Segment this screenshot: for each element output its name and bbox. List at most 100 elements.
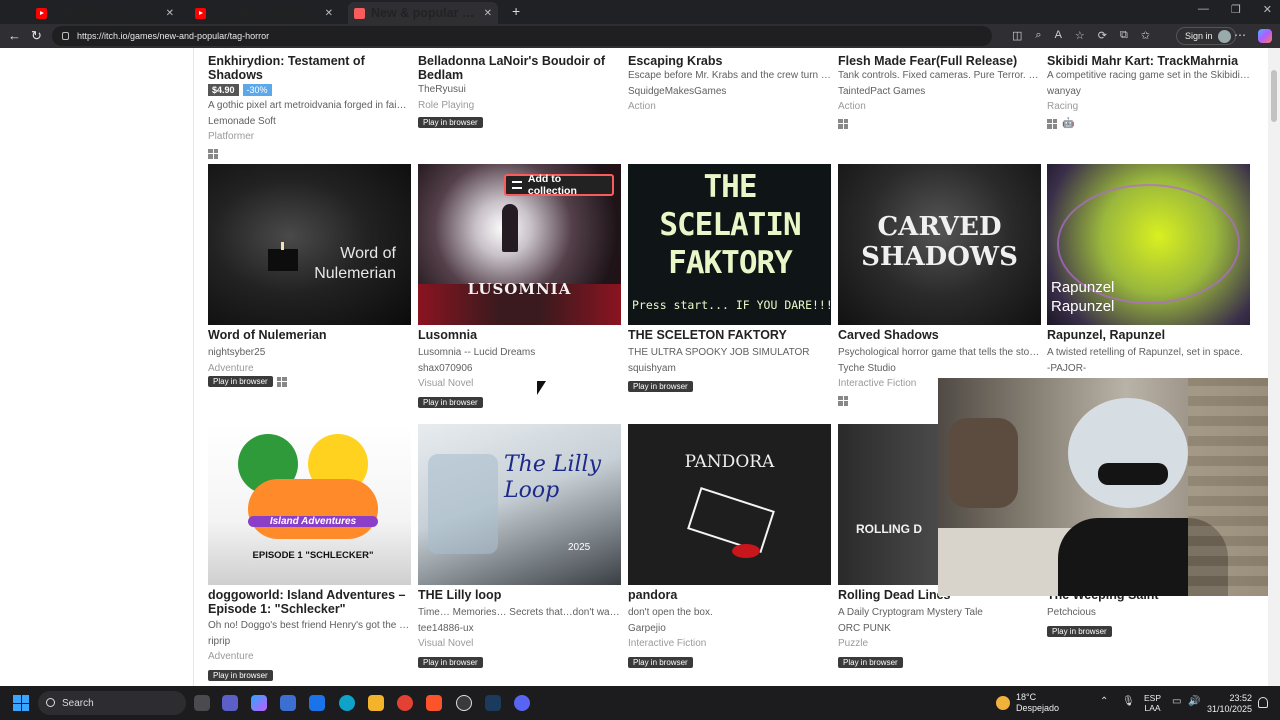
close-icon[interactable]: ✕ bbox=[484, 8, 492, 19]
store-icon[interactable] bbox=[280, 695, 296, 711]
game-author[interactable]: ORC PUNK bbox=[838, 621, 1041, 637]
game-cell[interactable]: pandora don't open the box. Garpejio Int… bbox=[628, 588, 831, 670]
windows-start-icon[interactable] bbox=[13, 695, 29, 711]
tab-youtube-1[interactable]: Cuestión De Piel - YouTube ✕ bbox=[30, 2, 180, 24]
game-title[interactable]: Carved Shadows bbox=[838, 328, 1041, 342]
game-title[interactable]: Belladonna LaNoir's Boudoir of Bedlam bbox=[418, 54, 621, 82]
game-cell[interactable]: Escaping Krabs Escape before Mr. Krabs a… bbox=[628, 54, 831, 115]
read-aloud-icon[interactable]: A bbox=[1055, 29, 1062, 42]
back-icon[interactable]: ← bbox=[8, 28, 21, 43]
scrollbar-thumb[interactable] bbox=[1271, 70, 1277, 122]
tab-itch-active[interactable]: New & popular games tagged Horror ✕ bbox=[348, 2, 498, 24]
game-cell[interactable]: Rolling Dead Lines A Daily Cryptogram My… bbox=[838, 588, 1041, 670]
game-cell[interactable]: THE SCELETON FAKTORY THE ULTRA SPOOKY JO… bbox=[628, 328, 831, 394]
game-author[interactable]: Lemonade Soft bbox=[208, 114, 411, 130]
game-author[interactable]: riprip bbox=[208, 634, 411, 650]
game-cell[interactable]: Rapunzel, Rapunzel A twisted retelling o… bbox=[1047, 328, 1250, 376]
outlook-icon[interactable] bbox=[309, 695, 325, 711]
game-cell[interactable]: Word of Nulemerian nightsyber25 Adventur… bbox=[208, 328, 411, 387]
itch-icon bbox=[354, 7, 365, 19]
edge-icon[interactable] bbox=[339, 695, 355, 711]
game-title[interactable]: Word of Nulemerian bbox=[208, 328, 411, 342]
game-title[interactable]: THE SCELETON FAKTORY bbox=[628, 328, 831, 342]
game-author[interactable]: wanyay bbox=[1047, 84, 1250, 100]
game-cell[interactable]: Skibidi Mahr Kart: TrackMahrnia A compet… bbox=[1047, 54, 1250, 131]
minimize-icon[interactable]: — bbox=[1198, 3, 1209, 16]
game-author[interactable]: Petchcious bbox=[1047, 605, 1250, 621]
game-thumbnail[interactable]: PANDORA bbox=[628, 424, 831, 585]
game-title[interactable]: doggoworld: Island Adventures – Episode … bbox=[208, 588, 411, 616]
sign-in-button[interactable]: Sign in bbox=[1176, 27, 1236, 45]
tab-title: New & popular games tagged Horror bbox=[371, 6, 478, 20]
game-thumbnail[interactable]: THE SCELATIN FAKTORY Press start... IF Y… bbox=[628, 164, 831, 325]
task-view-icon[interactable] bbox=[194, 695, 210, 711]
game-title[interactable]: pandora bbox=[628, 588, 831, 602]
game-author[interactable]: TheRyusui bbox=[418, 82, 621, 98]
refresh-icon[interactable]: ↻ bbox=[31, 28, 42, 44]
game-title[interactable]: Skibidi Mahr Kart: TrackMahrnia bbox=[1047, 54, 1250, 68]
language-indicator[interactable]: ESP LAA bbox=[1144, 693, 1161, 713]
copilot-icon[interactable] bbox=[1258, 29, 1272, 43]
microphone-icon[interactable]: 🎙 bbox=[1122, 696, 1135, 707]
game-cell[interactable]: Belladonna LaNoir's Boudoir of Bedlam Th… bbox=[418, 54, 621, 129]
volume-icon[interactable]: 🔊 bbox=[1188, 696, 1200, 707]
notification-bell-icon[interactable] bbox=[1258, 697, 1268, 708]
game-author[interactable]: nightsyber25 bbox=[208, 345, 411, 361]
weather-widget[interactable]: 18°C Despejado bbox=[996, 692, 1059, 714]
game-cell[interactable]: Enkhirydion: Testament of Shadows $4.90 … bbox=[208, 54, 411, 161]
game-description: Escape before Mr. Krabs and the crew tur… bbox=[628, 70, 831, 81]
game-title[interactable]: Lusomnia bbox=[418, 328, 621, 342]
game-author[interactable]: Garpejio bbox=[628, 621, 831, 637]
game-title[interactable]: Enkhirydion: Testament of Shadows bbox=[208, 54, 411, 82]
game-cell[interactable]: Lusomnia Lusomnia -- Lucid Dreams shax07… bbox=[418, 328, 621, 410]
game-title[interactable]: Flesh Made Fear(Full Release) bbox=[838, 54, 1041, 68]
copilot-app-icon[interactable] bbox=[251, 695, 267, 711]
url-field[interactable]: https://itch.io/games/new-and-popular/ta… bbox=[52, 26, 992, 46]
game-title[interactable]: Escaping Krabs bbox=[628, 54, 831, 68]
zoom-icon[interactable]: ⌕ bbox=[1035, 29, 1041, 42]
play-in-browser-badge: Play in browser bbox=[208, 669, 273, 681]
game-author[interactable]: tee14886-ux bbox=[418, 621, 621, 637]
chrome-icon[interactable] bbox=[397, 695, 413, 711]
game-cell[interactable]: doggoworld: Island Adventures – Episode … bbox=[208, 588, 411, 683]
close-icon[interactable]: ✕ bbox=[325, 8, 333, 19]
network-icon[interactable]: ▭ bbox=[1172, 696, 1181, 707]
game-thumbnail[interactable]: The Lilly Loop 2025 bbox=[418, 424, 621, 585]
game-author[interactable]: Tyche Studio bbox=[838, 361, 1041, 377]
new-tab-button[interactable]: + bbox=[512, 3, 520, 19]
split-screen-icon[interactable]: ◫ bbox=[1012, 29, 1022, 42]
tab-youtube-2[interactable]: Aria Bela - Wifey (Official Video) ✕ bbox=[189, 2, 339, 24]
game-author[interactable]: -PAJOR- bbox=[1047, 361, 1250, 377]
game-thumbnail[interactable]: Word of Nulemerian bbox=[208, 164, 411, 325]
file-explorer-icon[interactable] bbox=[368, 695, 384, 711]
game-author[interactable]: squishyam bbox=[628, 361, 831, 377]
game-title[interactable]: Rapunzel, Rapunzel bbox=[1047, 328, 1250, 342]
brave-icon[interactable] bbox=[426, 695, 442, 711]
add-to-collection-button[interactable]: Add to collection bbox=[504, 173, 614, 197]
game-title[interactable]: THE Lilly loop bbox=[418, 588, 621, 602]
discord-icon[interactable] bbox=[514, 695, 530, 711]
close-window-icon[interactable]: ✕ bbox=[1263, 3, 1272, 16]
chevron-up-icon[interactable]: ⌃ bbox=[1100, 696, 1108, 707]
close-icon[interactable]: ✕ bbox=[166, 8, 174, 19]
game-author[interactable]: shax070906 bbox=[418, 361, 621, 377]
game-author[interactable]: TaintedPact Games bbox=[838, 84, 1041, 100]
more-icon[interactable]: ⋯ bbox=[1234, 28, 1246, 42]
clock[interactable]: 23:52 31/10/2025 bbox=[1206, 693, 1252, 715]
game-thumbnail[interactable]: CARVED SHADOWS bbox=[838, 164, 1041, 325]
page-scrollbar[interactable] bbox=[1268, 48, 1280, 686]
taskbar-search[interactable]: Search bbox=[38, 691, 186, 715]
extensions-icon[interactable]: ⟳ bbox=[1098, 29, 1107, 42]
game-author[interactable]: SquidgeMakesGames bbox=[628, 84, 831, 100]
collections-icon[interactable]: ⧉ bbox=[1120, 29, 1128, 42]
favorite-icon[interactable]: ☆ bbox=[1075, 29, 1085, 42]
game-thumbnail[interactable]: Island Adventures EPISODE 1 "SCHLECKER" bbox=[208, 424, 411, 585]
teams-icon[interactable] bbox=[222, 695, 238, 711]
maximize-icon[interactable]: ❐ bbox=[1231, 3, 1241, 16]
steam-icon[interactable] bbox=[485, 695, 501, 711]
favorites-bar-icon[interactable]: ✩ bbox=[1141, 29, 1150, 42]
game-thumbnail[interactable]: Rapunzel Rapunzel bbox=[1047, 164, 1250, 325]
obs-icon[interactable] bbox=[456, 695, 472, 711]
game-cell[interactable]: THE Lilly loop Time… Memories… Secrets t… bbox=[418, 588, 621, 670]
game-cell[interactable]: Flesh Made Fear(Full Release) Tank contr… bbox=[838, 54, 1041, 131]
